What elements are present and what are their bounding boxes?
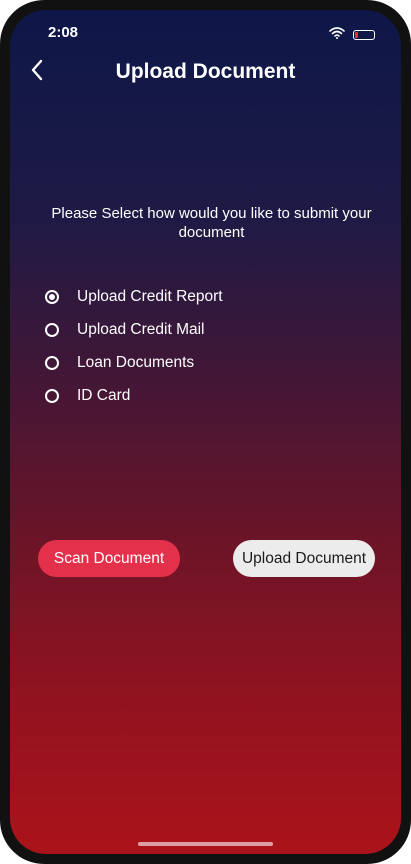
option-upload-credit-report[interactable]: Upload Credit Report bbox=[45, 280, 365, 313]
radio-selected-icon[interactable] bbox=[45, 289, 59, 304]
upload-document-button[interactable]: Upload Document bbox=[233, 540, 375, 577]
home-indicator[interactable] bbox=[138, 842, 273, 846]
page-title: Upload Document bbox=[115, 60, 296, 83]
option-id-card[interactable]: ID Card bbox=[45, 379, 365, 412]
option-label: Upload Credit Report bbox=[77, 287, 223, 305]
status-time: 2:08 bbox=[48, 24, 79, 41]
radio-unselected-icon[interactable] bbox=[45, 388, 59, 403]
phone-frame: 2:08 Upload Document Please Select how w… bbox=[0, 0, 411, 864]
battery-level bbox=[355, 32, 358, 38]
radio-unselected-icon[interactable] bbox=[45, 355, 59, 370]
option-label: Loan Documents bbox=[77, 353, 195, 371]
submit-prompt: Please Select how would you like to subm… bbox=[51, 205, 372, 241]
option-label: Upload Credit Mail bbox=[77, 320, 205, 338]
app-screen: 2:08 Upload Document Please Select how w… bbox=[10, 10, 401, 854]
scan-document-button[interactable]: Scan Document bbox=[38, 540, 180, 577]
battery-icon bbox=[353, 30, 375, 40]
option-loan-documents[interactable]: Loan Documents bbox=[45, 346, 365, 379]
option-label: ID Card bbox=[77, 386, 131, 404]
nav-bar: Upload Document bbox=[10, 46, 401, 98]
wifi-icon bbox=[329, 26, 345, 44]
option-upload-credit-mail[interactable]: Upload Credit Mail bbox=[45, 313, 365, 346]
status-bar: 2:08 bbox=[10, 10, 401, 50]
status-icons bbox=[329, 26, 375, 44]
document-type-options: Upload Credit Report Upload Credit Mail … bbox=[45, 280, 365, 412]
radio-unselected-icon[interactable] bbox=[45, 322, 59, 337]
